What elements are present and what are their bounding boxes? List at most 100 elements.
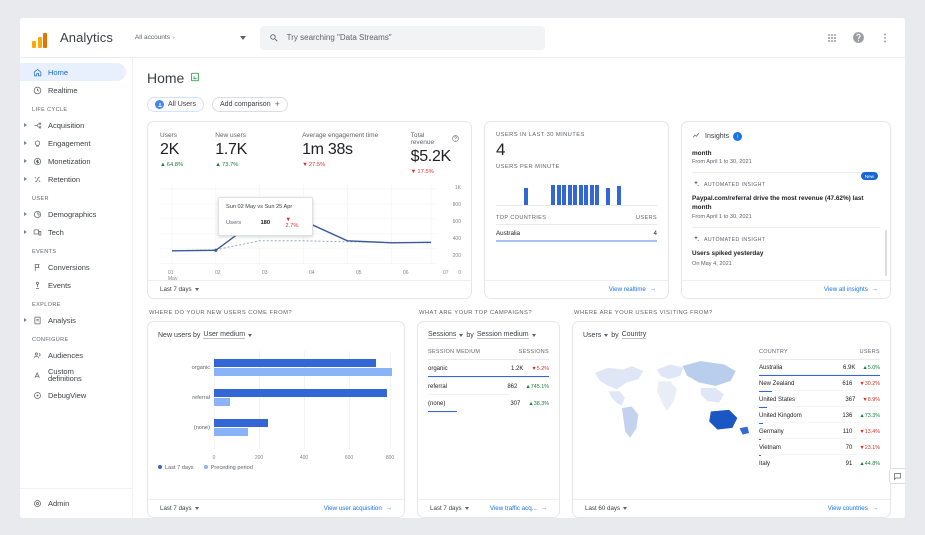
expander-icon[interactable] — [24, 177, 27, 181]
sidebar-item-analysis[interactable]: Analysis — [20, 311, 132, 329]
sidebar-item-realtime[interactable]: Realtime — [20, 81, 132, 99]
geo-dd-prefix: by — [611, 331, 619, 339]
insights-title-row: Insights i — [692, 131, 880, 142]
sidebar-item-demographics[interactable]: Demographics — [20, 205, 132, 223]
sidebar-item-engagement[interactable]: Engagement — [20, 134, 132, 152]
campaigns-delta-value-1: 745.1% — [530, 383, 549, 390]
arrow-up-icon: ▲ — [160, 162, 166, 168]
acquisition-dimension-dropdown[interactable]: New users by User medium — [158, 331, 394, 339]
insights-scrollbar[interactable] — [885, 230, 887, 276]
top-countries-col-users: USERS — [635, 215, 657, 221]
campaigns-medium-1: referral — [428, 383, 448, 390]
insights-doc-icon[interactable] — [190, 69, 200, 87]
table-row[interactable]: Australia 6.9K ▲5.0% — [759, 360, 880, 376]
help-circle-icon[interactable] — [452, 134, 459, 144]
expander-icon[interactable] — [24, 123, 27, 127]
y-tick-400: 400 — [452, 236, 461, 242]
campaigns-dropdowns[interactable]: Sessions by Session medium — [428, 331, 549, 339]
insight-item-1[interactable]: AUTOMATED INSIGHT Users spiked yesterday… — [692, 227, 880, 267]
table-row[interactable]: organic 1.2K ▼5.2% — [428, 360, 549, 378]
help-icon[interactable] — [852, 31, 865, 44]
sidebar-item-events[interactable]: Events — [20, 276, 132, 294]
sidebar-item-tech[interactable]: Tech — [20, 223, 132, 241]
campaigns-date-range[interactable]: Last 7 days — [430, 505, 469, 512]
acquisition-date-range[interactable]: Last 7 days — [160, 505, 199, 512]
geo-table-header: COUNTRY USERS — [759, 349, 880, 360]
chart-tooltip: Sun 02 May vs Sun 25 Apr Users 180 ▼ 2.7… — [218, 197, 313, 236]
table-row[interactable]: Germany 110 ▼13.4% — [759, 424, 880, 440]
sidebar-item-debugview[interactable]: DebugView — [20, 386, 132, 404]
geo-dimension: Country — [621, 331, 647, 339]
insight-item-0[interactable]: AUTOMATED INSIGHT New Paypal.com/referra… — [692, 172, 880, 220]
expander-icon[interactable] — [24, 318, 27, 322]
sidebar-item-home[interactable]: Home — [20, 63, 126, 81]
debug-icon — [32, 390, 42, 400]
expander-icon[interactable] — [24, 212, 27, 216]
campaigns-delta-1: ▲745.1% — [525, 383, 549, 390]
sidebar-item-custom-definitions[interactable]: Custom definitions — [20, 364, 132, 386]
geo-col-users: USERS — [859, 349, 880, 355]
tooltip-delta: ▼ 2.7% — [285, 217, 305, 229]
geo-delta-value-1: 30.2% — [864, 380, 880, 387]
info-badge-icon[interactable]: i — [733, 132, 743, 141]
sidebar-item-acquisition[interactable]: Acquisition — [20, 116, 132, 134]
add-comparison-button[interactable]: Add comparison + — [212, 97, 288, 112]
world-map-svg — [594, 360, 750, 439]
table-row[interactable]: Australia 4 — [496, 225, 657, 242]
account-selector[interactable]: All accounts › — [135, 34, 246, 41]
geo-metrics-4: 110 ▼13.4% — [843, 429, 880, 435]
feedback-button[interactable] — [889, 468, 905, 484]
all-users-chip[interactable]: All Users — [147, 97, 205, 112]
table-row[interactable]: Vietnam 70 ▼23.1% — [759, 440, 880, 456]
expander-icon[interactable] — [24, 159, 27, 163]
geo-date-range[interactable]: Last 60 days — [585, 505, 628, 512]
sparkle-icon — [692, 180, 700, 190]
table-row[interactable]: referral 862 ▲745.1% — [428, 378, 549, 396]
search-input[interactable]: Try searching "Data Streams" — [259, 25, 545, 50]
more-vert-icon[interactable] — [879, 32, 891, 44]
geo-delta-value-4: 13.4% — [864, 428, 880, 435]
sidebar-item-audiences[interactable]: Audiences — [20, 346, 132, 364]
sidebar-item-admin[interactable]: Admin — [20, 494, 132, 512]
row-bar — [496, 240, 657, 242]
view-user-acquisition-link[interactable]: View user acquisition → — [324, 505, 392, 512]
apps-grid-icon[interactable] — [826, 32, 838, 44]
campaigns-row-0: organic 1.2K ▼5.2% — [428, 366, 549, 372]
chevron-down-icon — [531, 333, 536, 337]
campaigns-section-label: WHAT ARE YOUR TOP CAMPAIGNS? — [419, 310, 532, 316]
sidebar-item-monetization-label: Monetization — [48, 156, 91, 166]
sidebar-item-retention[interactable]: Retention — [20, 170, 132, 188]
bar-organic-previous — [214, 368, 392, 376]
world-map[interactable] — [583, 339, 751, 517]
arrow-right-icon: → — [540, 505, 547, 512]
view-realtime-link[interactable]: View realtime → — [609, 286, 656, 293]
table-row[interactable]: Italy 91 ▲44.8% — [759, 456, 880, 470]
sidebar-item-conversions[interactable]: Conversions — [20, 258, 132, 276]
table-row[interactable]: New Zealand 616 ▼30.2% — [759, 376, 880, 392]
arrow-right-icon: → — [871, 505, 878, 512]
x-tick-4: 05 — [356, 270, 362, 276]
gear-icon — [32, 498, 42, 508]
expander-icon[interactable] — [24, 141, 27, 145]
table-row[interactable]: United States 367 ▼8.9% — [759, 392, 880, 408]
analytics-logo-icon — [32, 28, 54, 48]
bar-none-previous — [214, 428, 248, 436]
geo-date-range-label: Last 60 days — [585, 505, 621, 512]
view-traffic-acquisition-label: View traffic acq... — [489, 505, 537, 512]
geo-content-row: COUNTRY USERS Australia 6.9K ▲5.0% New Z… — [583, 339, 880, 517]
topbar-actions — [826, 31, 905, 44]
date-range-selector[interactable]: Last 7 days — [160, 286, 199, 293]
expander-icon[interactable] — [24, 230, 27, 234]
table-row[interactable]: (none) 307 ▲38.3% — [428, 395, 549, 413]
geo-dropdowns[interactable]: Users by Country — [583, 331, 880, 339]
sidebar-item-monetization[interactable]: Monetization — [20, 152, 132, 170]
monetization-icon — [32, 156, 42, 166]
view-countries-link[interactable]: View countries → — [828, 505, 878, 512]
view-traffic-acquisition-link[interactable]: View traffic acq... → — [490, 505, 547, 512]
events-icon — [32, 280, 42, 290]
view-all-insights-label: View all insights — [823, 286, 868, 293]
table-row[interactable]: United Kingdom 136 ▲73.3% — [759, 408, 880, 424]
view-all-insights-link[interactable]: View all insights → — [824, 286, 878, 293]
sidebar-item-tech-label: Tech — [48, 227, 64, 237]
geo-country-3: United Kingdom — [759, 412, 802, 419]
